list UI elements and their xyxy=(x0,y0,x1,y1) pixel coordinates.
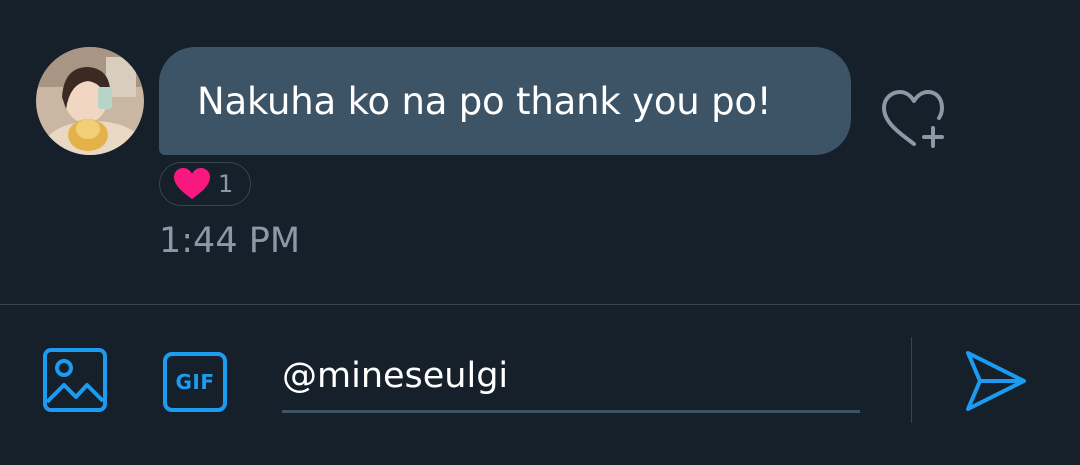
message-thread: Nakuha ko na po thank you po! 1 1:44 PM xyxy=(0,0,1080,304)
avatar[interactable] xyxy=(36,47,144,155)
heart-icon xyxy=(174,168,210,199)
message-bubble[interactable]: Nakuha ko na po thank you po! xyxy=(159,47,851,155)
add-media-button[interactable] xyxy=(42,347,108,413)
message-input[interactable] xyxy=(282,341,860,413)
message-timestamp: 1:44 PM xyxy=(159,221,301,261)
send-button[interactable] xyxy=(962,347,1030,415)
add-reaction-button[interactable] xyxy=(876,88,948,152)
avatar-image xyxy=(36,47,144,155)
divider xyxy=(911,337,912,423)
message-composer: GIF xyxy=(0,305,1080,465)
heart-plus-icon xyxy=(882,90,944,148)
send-icon xyxy=(966,351,1026,411)
gif-button[interactable]: GIF xyxy=(163,352,227,412)
reaction-pill[interactable]: 1 xyxy=(159,162,251,206)
message-text: Nakuha ko na po thank you po! xyxy=(197,79,772,123)
image-icon xyxy=(43,348,107,412)
reaction-count: 1 xyxy=(218,170,234,198)
